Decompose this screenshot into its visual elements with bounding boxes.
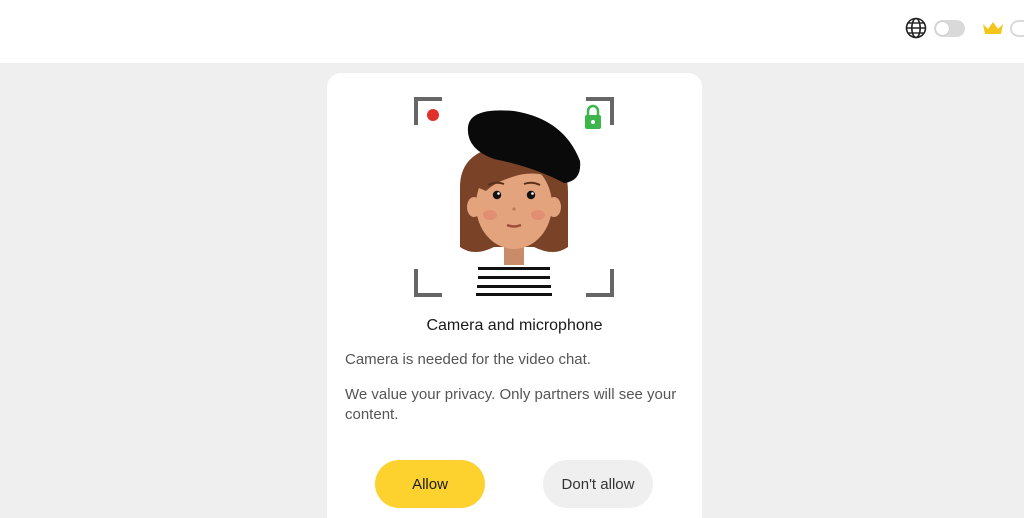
dialog-title: Camera and microphone	[426, 317, 603, 334]
theme-toggle[interactable]	[934, 20, 965, 37]
globe-icon[interactable]	[905, 17, 927, 39]
avatar-illustration	[414, 97, 614, 297]
allow-button[interactable]: Allow	[375, 460, 485, 508]
top-bar	[0, 0, 1024, 63]
lock-icon	[585, 104, 601, 129]
dont-allow-button[interactable]: Don't allow	[543, 460, 653, 508]
toggle-knob	[936, 22, 949, 35]
privacy-note: We value your privacy. Only partners wil…	[345, 386, 677, 423]
crown-icon[interactable]	[982, 20, 1004, 36]
record-dot-icon	[427, 109, 439, 121]
premium-toggle[interactable]	[1010, 20, 1024, 37]
permission-dialog: Camera and microphone Camera is needed f…	[327, 73, 702, 518]
dialog-description: Camera is needed for the video chat.	[345, 351, 591, 368]
